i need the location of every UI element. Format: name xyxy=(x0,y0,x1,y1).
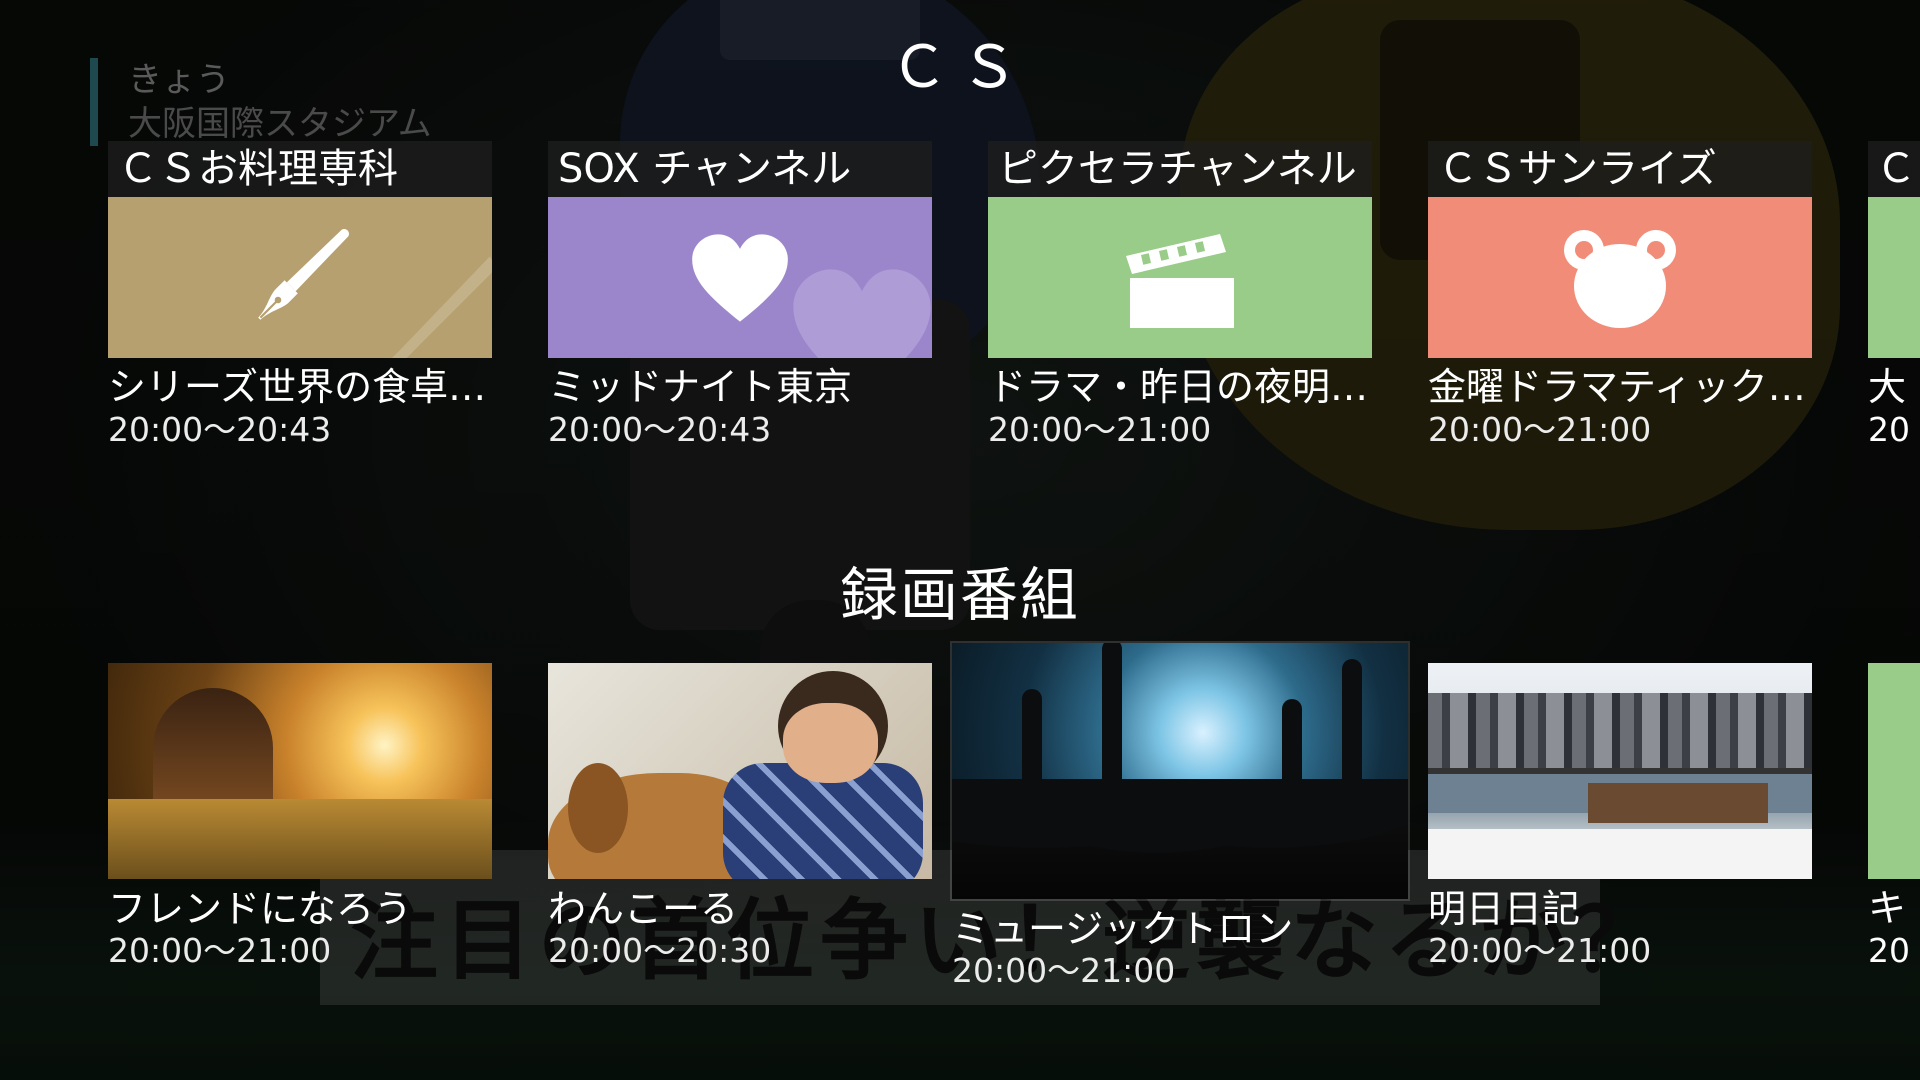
recorded-time: 20 xyxy=(1868,931,1910,969)
tv-home-screen: きょう 大阪国際スタジアム 注目の首位争い！逆襲なるか？ ＣＳ ＣＳお料理専科 … xyxy=(0,0,1920,1080)
program-title: ドラマ・昨日の夜明… xyxy=(988,365,1369,409)
pen-nib-icon xyxy=(391,256,492,358)
channel-tile xyxy=(1868,197,1920,358)
thumb-crowd xyxy=(952,779,1408,899)
recorded-thumbnail xyxy=(108,663,492,879)
recorded-time: 20:00〜21:00 xyxy=(952,951,1176,990)
channel-card[interactable]: ＣＳサンライズ 金曜ドラマティック… 20:00〜21:00 xyxy=(1428,141,1812,448)
section-title-cs: ＣＳ xyxy=(889,33,1030,101)
program-title: 金曜ドラマティック… xyxy=(1428,365,1806,409)
channel-tile xyxy=(108,197,492,358)
program-time: 20:00〜20:43 xyxy=(548,410,772,449)
thumb-snow xyxy=(1428,829,1812,879)
heart-icon xyxy=(793,269,931,358)
recorded-time: 20:00〜21:00 xyxy=(108,931,332,970)
recorded-item[interactable]: フレンドになろう 20:00〜21:00 xyxy=(108,663,492,969)
channel-card[interactable]: SOX チャンネル ミッドナイト東京 20:00〜20:43 xyxy=(548,141,932,448)
channel-card[interactable]: ＣＳお料理専科 シリーズ世界の食卓… 20:00〜20:43 xyxy=(108,141,492,448)
channel-tile xyxy=(988,197,1372,358)
recorded-thumbnail xyxy=(1868,663,1920,879)
channel-card-partial[interactable]: Ｃ 大 20 xyxy=(1868,141,1920,448)
program-title: シリーズ世界の食卓… xyxy=(108,365,487,409)
channel-name: SOX チャンネル xyxy=(548,141,932,197)
program-time: 20:00〜21:00 xyxy=(1428,410,1652,449)
program-time: 20:00〜20:43 xyxy=(108,410,332,449)
thumb-rail xyxy=(1428,768,1812,774)
channel-tile xyxy=(1428,197,1812,358)
recorded-time: 20:00〜20:30 xyxy=(548,931,772,970)
thumb-dog-ear xyxy=(568,763,628,853)
recorded-item-partial[interactable]: キ 20 xyxy=(1868,663,1920,969)
program-title: 大 xyxy=(1868,365,1907,409)
program-time: 20 xyxy=(1868,410,1910,448)
broadcast-venue: 大阪国際スタジアム xyxy=(128,104,432,144)
recorded-title: 明日日記 xyxy=(1428,887,1581,931)
thumb-face xyxy=(783,703,878,783)
thumb-bench xyxy=(1588,783,1768,823)
recorded-thumbnail xyxy=(548,663,932,879)
channel-tile xyxy=(548,197,932,358)
channel-name: ＣＳサンライズ xyxy=(1428,141,1812,197)
heart-icon xyxy=(692,233,788,322)
recorded-thumbnail xyxy=(952,643,1408,899)
recorded-title: フレンドになろう xyxy=(108,887,413,931)
section-title-recorded: 録画番組 xyxy=(839,561,1080,629)
recorded-thumbnail xyxy=(1428,663,1812,879)
channel-card[interactable]: ピクセラチャンネル ドラマ・昨日の夜明… 20:00〜21:00 xyxy=(988,141,1372,448)
channel-name: Ｃ xyxy=(1868,141,1920,197)
recorded-item[interactable]: 明日日記 20:00〜21:00 xyxy=(1428,663,1812,969)
program-title: ミッドナイト東京 xyxy=(548,365,853,409)
program-time: 20:00〜21:00 xyxy=(988,410,1212,449)
channel-name: ピクセラチャンネル xyxy=(988,141,1372,197)
recorded-title: わんこーる xyxy=(548,887,739,931)
bear-icon xyxy=(1564,229,1676,328)
recorded-title: キ xyxy=(1868,886,1907,930)
channel-name: ＣＳお料理専科 xyxy=(108,141,492,197)
recorded-item-focused[interactable]: ミュージックトロン 20:00〜21:00 xyxy=(952,643,1408,989)
recorded-time: 20:00〜21:00 xyxy=(1428,931,1652,970)
thumb-field xyxy=(108,799,492,879)
thumb-skyline xyxy=(1428,693,1812,773)
recorded-item[interactable]: わんこーる 20:00〜20:30 xyxy=(548,663,932,969)
recorded-title: ミュージックトロン xyxy=(952,907,1294,951)
clapperboard-icon xyxy=(1126,233,1234,328)
